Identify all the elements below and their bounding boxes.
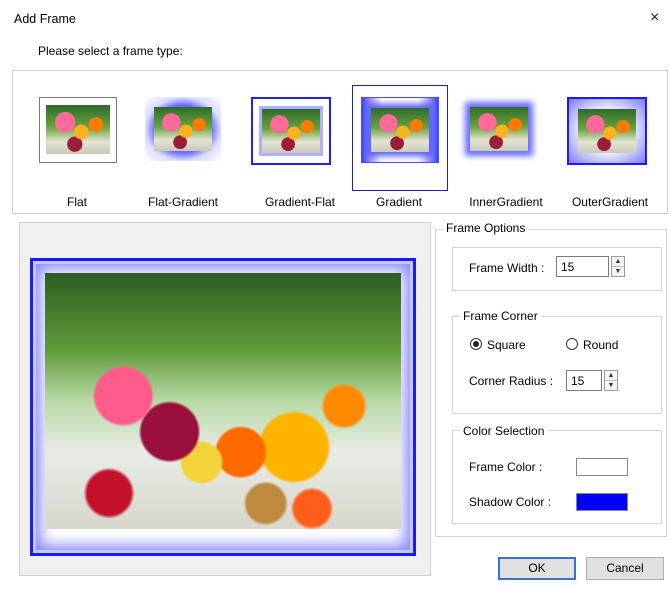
corner-radius-value: 15 — [571, 374, 585, 388]
spin-down-icon[interactable]: ▼ — [612, 267, 624, 276]
frame-width-label: Frame Width : — [469, 261, 545, 275]
frame-type-flat-gradient[interactable] — [145, 97, 221, 161]
spin-up-icon[interactable]: ▲ — [612, 257, 624, 267]
frame-type-label: OuterGradient — [571, 195, 649, 209]
cancel-button[interactable]: Cancel — [586, 557, 664, 580]
thumbnail-image — [371, 108, 429, 152]
thumbnail-image — [262, 109, 320, 153]
instruction-text: Please select a frame type: — [38, 44, 183, 58]
frame-width-value: 15 — [561, 260, 575, 274]
frame-type-gradient[interactable] — [361, 97, 439, 163]
round-radio[interactable] — [566, 338, 578, 350]
preview-photo — [45, 273, 401, 529]
stepper-buttons: ▲ ▼ — [604, 370, 618, 391]
shadow-color-label: Shadow Color : — [469, 495, 552, 509]
color-selection-group — [452, 430, 662, 524]
close-icon[interactable]: × — [650, 9, 659, 27]
spin-up-icon[interactable]: ▲ — [605, 371, 617, 381]
frame-preview — [19, 222, 431, 576]
frame-options-title: Frame Options — [443, 221, 529, 235]
spin-down-icon[interactable]: ▼ — [605, 381, 617, 390]
thumbnail-image — [578, 109, 636, 153]
frame-corner-group — [452, 316, 662, 414]
preview-frame — [30, 258, 416, 556]
shadow-color-swatch[interactable] — [576, 493, 628, 511]
color-selection-title: Color Selection — [460, 424, 548, 438]
frame-type-label: Flat — [66, 195, 87, 209]
thumbnail-image — [154, 107, 212, 151]
frame-width-stepper[interactable]: 15 ▲ ▼ — [556, 256, 625, 277]
thumbnail-image — [470, 107, 528, 151]
frame-color-swatch[interactable] — [576, 458, 628, 476]
frame-type-label: InnerGradient — [469, 195, 543, 209]
frame-color-label: Frame Color : — [469, 460, 543, 474]
square-label[interactable]: Square — [487, 338, 526, 352]
round-label[interactable]: Round — [583, 338, 618, 352]
window-title: Add Frame — [14, 12, 76, 26]
corner-radius-label: Corner Radius : — [469, 374, 554, 388]
frame-type-flat[interactable] — [39, 97, 117, 163]
corner-radius-stepper[interactable]: 15 ▲ ▼ — [566, 370, 618, 391]
stepper-buttons: ▲ ▼ — [611, 256, 625, 277]
frame-type-outer-gradient[interactable] — [567, 97, 647, 165]
frame-type-strip: Flat Flat-Gradient Gradient-Flat Gradien… — [12, 70, 668, 214]
thumbnail-image — [46, 105, 110, 154]
square-radio[interactable] — [470, 338, 482, 350]
frame-type-inner-gradient[interactable] — [461, 97, 537, 161]
ok-button[interactable]: OK — [498, 557, 576, 580]
frame-type-label: Flat-Gradient — [147, 195, 219, 209]
frame-corner-title: Frame Corner — [460, 309, 541, 323]
frame-type-label: Gradient-Flat — [264, 195, 336, 209]
frame-type-gradient-flat[interactable] — [251, 97, 331, 165]
frame-type-label: Gradient — [375, 195, 423, 209]
